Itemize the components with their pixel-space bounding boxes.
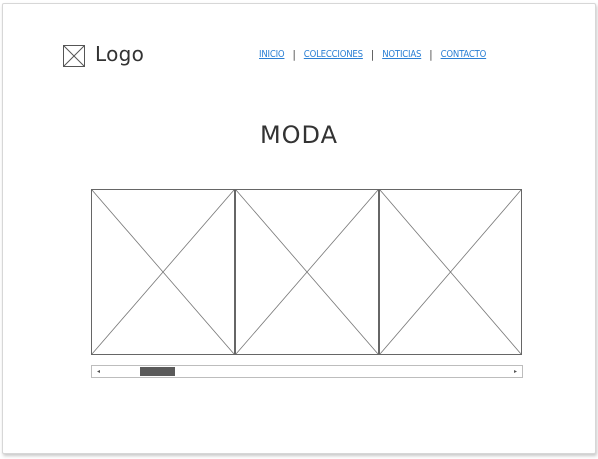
main-nav: Inicio | Colecciones | Noticias | Contac… xyxy=(259,48,486,61)
scroll-left-arrow-icon[interactable]: ◂ xyxy=(93,366,104,377)
carousel-slide-image-placeholder-icon[interactable] xyxy=(235,189,379,355)
nav-link-inicio[interactable]: Inicio xyxy=(259,49,285,60)
nav-link-colecciones[interactable]: Colecciones xyxy=(304,49,363,60)
carousel-slide-image-placeholder-icon[interactable] xyxy=(379,189,522,355)
carousel-horizontal-scrollbar[interactable]: ◂ ▸ xyxy=(91,365,523,378)
scrollbar-thumb[interactable] xyxy=(140,367,175,376)
wireframe-page: Logo Inicio | Colecciones | Noticias | C… xyxy=(2,3,596,454)
scroll-right-arrow-icon[interactable]: ▸ xyxy=(510,366,521,377)
carousel-slide-image-placeholder-icon[interactable] xyxy=(91,189,235,355)
nav-separator: | xyxy=(292,48,296,61)
nav-separator: | xyxy=(429,48,433,61)
nav-link-contacto[interactable]: Contacto xyxy=(441,49,487,60)
logo-image-placeholder-icon[interactable] xyxy=(63,45,85,67)
nav-link-noticias[interactable]: Noticias xyxy=(382,49,421,60)
image-carousel xyxy=(91,189,523,357)
nav-separator: | xyxy=(370,48,375,61)
page-title: MODA xyxy=(259,121,339,149)
logo-text[interactable]: Logo xyxy=(95,42,144,66)
